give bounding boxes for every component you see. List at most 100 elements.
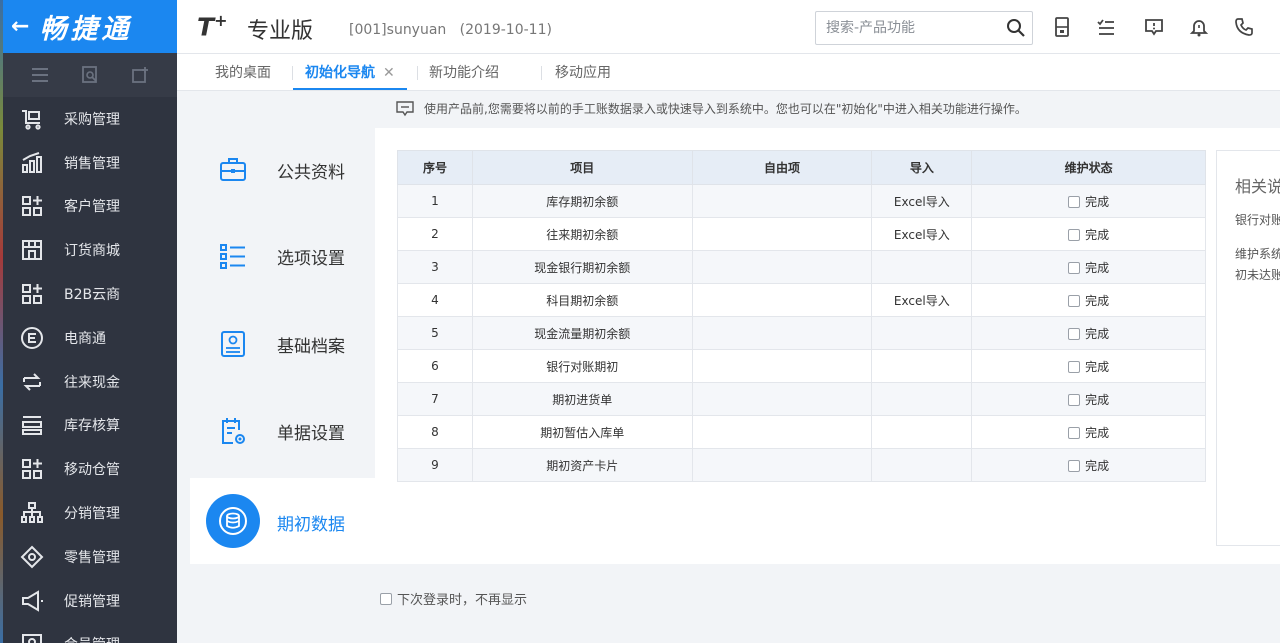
sidebar-item[interactable]: 电商通 bbox=[3, 316, 177, 360]
brand-bar[interactable]: ← 畅捷通 bbox=[3, 0, 177, 53]
status-label: 完成 bbox=[1085, 359, 1110, 374]
phone-icon[interactable] bbox=[1233, 16, 1255, 38]
table-row[interactable]: 3 现金银行期初余额 完成 bbox=[397, 250, 1206, 284]
row-import[interactable] bbox=[871, 382, 973, 416]
tab-new-features[interactable]: 新功能介绍 bbox=[429, 54, 499, 90]
table-row[interactable]: 6 银行对账期初 完成 bbox=[397, 349, 1206, 383]
help-text: 维护系统 初未达账 bbox=[1235, 247, 1280, 282]
message-icon[interactable] bbox=[1143, 16, 1165, 38]
tab-mobile-apps[interactable]: 移动应用 bbox=[555, 54, 611, 90]
step-label: 选项设置 bbox=[277, 248, 345, 269]
row-import[interactable]: Excel导入 bbox=[871, 283, 973, 317]
search-icon[interactable] bbox=[1006, 18, 1026, 38]
sidebar-item-label: 分销管理 bbox=[64, 506, 120, 523]
table-row[interactable]: 4 科目期初余额 Excel导入 完成 bbox=[397, 283, 1206, 317]
row-import[interactable] bbox=[871, 415, 973, 449]
row-import[interactable] bbox=[871, 250, 973, 284]
status-checkbox[interactable] bbox=[1068, 394, 1081, 406]
new-window-icon[interactable] bbox=[130, 66, 150, 84]
sidebar-item[interactable]: B2B云商 bbox=[3, 272, 177, 316]
search-doc-icon[interactable] bbox=[80, 66, 100, 84]
dont-show-checkbox[interactable] bbox=[380, 592, 392, 605]
status-checkbox[interactable] bbox=[1068, 427, 1081, 439]
table-row[interactable]: 8 期初暂估入库单 完成 bbox=[397, 415, 1206, 449]
sales-chart-icon bbox=[19, 150, 45, 176]
document-gear-icon bbox=[218, 416, 248, 446]
status-checkbox[interactable] bbox=[1068, 295, 1081, 307]
row-no: 8 bbox=[397, 415, 473, 449]
row-import[interactable] bbox=[871, 316, 973, 350]
status-checkbox[interactable] bbox=[1068, 196, 1081, 208]
col-header-import[interactable]: 导入 bbox=[871, 150, 973, 185]
col-header-item[interactable]: 项目 bbox=[471, 150, 693, 185]
status-checkbox[interactable] bbox=[1068, 460, 1081, 472]
step-opening-data[interactable]: 期初数据 bbox=[190, 478, 1280, 564]
step-label: 单据设置 bbox=[277, 423, 345, 444]
table-row[interactable]: 9 期初资产卡片 完成 bbox=[397, 448, 1206, 482]
table-header-row: 序号 项目 自由项 导入 维护状态 bbox=[397, 150, 1206, 185]
back-arrow-icon[interactable]: ← bbox=[11, 14, 29, 39]
menu-icon[interactable] bbox=[30, 66, 50, 84]
sidebar-item[interactable]: 销售管理 bbox=[3, 141, 177, 185]
help-text: 银行对账 bbox=[1235, 213, 1280, 227]
sidebar-item[interactable]: 零售管理 bbox=[3, 535, 177, 579]
row-status: 完成 bbox=[971, 382, 1206, 416]
database-icon bbox=[206, 494, 260, 548]
task-list-icon[interactable] bbox=[1095, 16, 1117, 38]
row-item[interactable]: 期初进货单 bbox=[471, 382, 693, 416]
row-import[interactable]: Excel导入 bbox=[871, 184, 973, 218]
step-document-settings[interactable]: 单据设置 bbox=[190, 401, 375, 461]
row-item[interactable]: 库存期初余额 bbox=[471, 184, 693, 218]
col-header-free[interactable]: 自由项 bbox=[691, 150, 873, 185]
row-item[interactable]: 往来期初余额 bbox=[471, 217, 693, 251]
sidebar-item[interactable]: 客户管理 bbox=[3, 185, 177, 229]
sidebar-item[interactable]: 促销管理 bbox=[3, 579, 177, 623]
row-item[interactable]: 现金银行期初余额 bbox=[471, 250, 693, 284]
init-notice: 使用产品前,您需要将以前的手工账数据录入或快速导入到系统中。您也可以在"初始化"… bbox=[396, 100, 1027, 117]
step-basic-archive[interactable]: 基础档案 bbox=[190, 314, 375, 374]
bell-icon[interactable] bbox=[1188, 16, 1210, 38]
table-row[interactable]: 2 往来期初余额 Excel导入 完成 bbox=[397, 217, 1206, 251]
row-status: 完成 bbox=[971, 415, 1206, 449]
search-input[interactable] bbox=[826, 20, 996, 36]
sidebar-item[interactable]: 分销管理 bbox=[3, 491, 177, 535]
table-row[interactable]: 1 库存期初余额 Excel导入 完成 bbox=[397, 184, 1206, 218]
row-item[interactable]: 银行对账期初 bbox=[471, 349, 693, 383]
step-options[interactable]: 选项设置 bbox=[190, 226, 375, 286]
sidebar-item[interactable]: 采购管理 bbox=[3, 97, 177, 141]
search-box bbox=[815, 11, 1033, 45]
sidebar-item-label: 库存核算 bbox=[64, 418, 120, 435]
row-no: 1 bbox=[397, 184, 473, 218]
sidebar-item[interactable]: 会员管理 bbox=[3, 623, 177, 643]
close-icon[interactable]: ✕ bbox=[383, 65, 395, 81]
row-import[interactable] bbox=[871, 349, 973, 383]
status-checkbox[interactable] bbox=[1068, 262, 1081, 274]
row-free-item bbox=[691, 316, 873, 350]
step-label: 基础档案 bbox=[277, 336, 345, 357]
sidebar-item[interactable]: 库存核算 bbox=[3, 404, 177, 448]
status-checkbox[interactable] bbox=[1068, 229, 1081, 241]
status-checkbox[interactable] bbox=[1068, 328, 1081, 340]
sidebar-item[interactable]: 往来现金 bbox=[3, 360, 177, 404]
calculator-icon[interactable] bbox=[1051, 16, 1073, 38]
table-row[interactable]: 5 现金流量期初余额 完成 bbox=[397, 316, 1206, 350]
step-public-data[interactable]: 公共资料 bbox=[190, 140, 375, 200]
table-row[interactable]: 7 期初进货单 完成 bbox=[397, 382, 1206, 416]
sidebar-item[interactable]: 订货商城 bbox=[3, 228, 177, 272]
row-import[interactable]: Excel导入 bbox=[871, 217, 973, 251]
row-item[interactable]: 科目期初余额 bbox=[471, 283, 693, 317]
row-item[interactable]: 现金流量期初余额 bbox=[471, 316, 693, 350]
sidebar-item-label: 促销管理 bbox=[64, 593, 120, 610]
tab-init-navigation[interactable]: 初始化导航 ✕ bbox=[293, 54, 407, 90]
row-import[interactable] bbox=[871, 448, 973, 482]
col-header-status[interactable]: 维护状态 bbox=[971, 150, 1206, 185]
row-item[interactable]: 期初资产卡片 bbox=[471, 448, 693, 482]
dont-show-again[interactable]: 下次登录时，不再显示 bbox=[380, 589, 527, 608]
status-checkbox[interactable] bbox=[1068, 361, 1081, 373]
tab-desktop[interactable]: 我的桌面 bbox=[215, 54, 271, 90]
row-no: 7 bbox=[397, 382, 473, 416]
sidebar-item[interactable]: 移动仓管 bbox=[3, 447, 177, 491]
status-label: 完成 bbox=[1085, 260, 1110, 275]
row-item[interactable]: 期初暂估入库单 bbox=[471, 415, 693, 449]
col-header-no[interactable]: 序号 bbox=[397, 150, 473, 185]
